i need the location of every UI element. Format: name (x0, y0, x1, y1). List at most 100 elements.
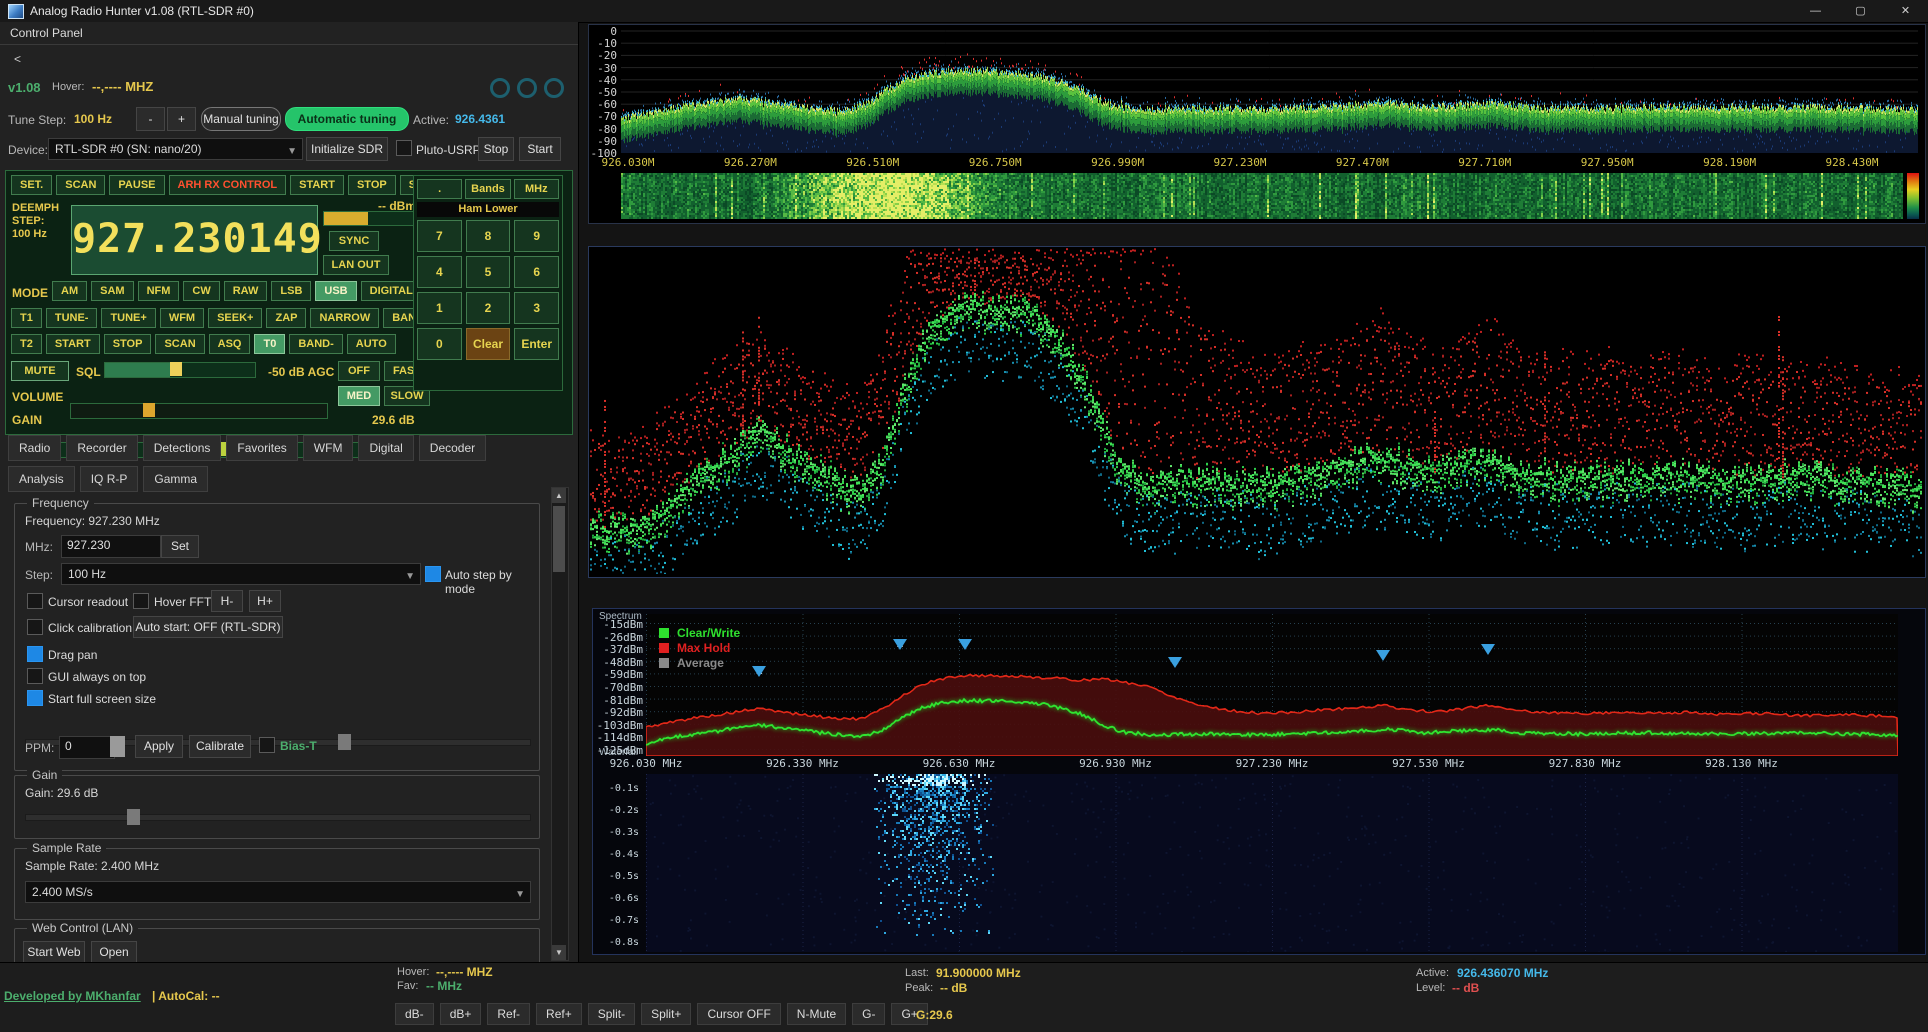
tab-radio[interactable]: Radio (8, 435, 61, 461)
ppm-input[interactable]: 0 (59, 736, 115, 759)
drag-pan-checkbox[interactable] (27, 646, 43, 662)
t1-button-narrow[interactable]: NARROW (310, 308, 379, 328)
volume-slider[interactable] (70, 403, 328, 419)
t2-button-t0[interactable]: T0 (254, 334, 285, 354)
tab-iq-r-p[interactable]: IQ R-P (80, 466, 139, 492)
numpad-key-clear[interactable]: Clear (466, 328, 511, 360)
credit-link[interactable]: Developed by MKhanfar (4, 989, 141, 1003)
tab-decoder[interactable]: Decoder (419, 435, 486, 461)
t2-button-band-[interactable]: BAND- (289, 334, 342, 354)
auto-step-checkbox[interactable] (425, 566, 441, 582)
tab-recorder[interactable]: Recorder (66, 435, 137, 461)
scroll-up-icon[interactable]: ▲ (552, 488, 566, 503)
waterfall-canvas[interactable] (621, 173, 1903, 219)
footer-button-db-[interactable]: dB- (395, 1003, 434, 1025)
marker-4[interactable]: 4 (1168, 657, 1182, 682)
tab-wfm[interactable]: WFM (303, 435, 354, 461)
numpad-key-7[interactable]: 7 (417, 220, 462, 252)
mute-button[interactable]: MUTE (11, 361, 69, 381)
close-button[interactable]: ✕ (1883, 0, 1928, 22)
gain-slider-handle[interactable] (127, 809, 140, 825)
marker-1[interactable]: 1 (752, 666, 766, 691)
mode-button-am[interactable]: AM (52, 281, 87, 301)
t2-button-auto[interactable]: AUTO (347, 334, 396, 354)
maximize-button[interactable]: ▢ (1838, 0, 1883, 22)
t1-button-tune-[interactable]: TUNE+ (101, 308, 155, 328)
frequency-display[interactable]: 927.230149 (71, 205, 318, 275)
collapse-button[interactable]: < (14, 52, 21, 66)
fft-spectrum-canvas[interactable] (621, 25, 1918, 153)
step-select[interactable]: 100 Hz ▼ (61, 563, 421, 585)
rx-button-set-[interactable]: SET. (11, 175, 52, 195)
footer-button-cursor-off[interactable]: Cursor OFF (697, 1003, 780, 1025)
t1-button-t1[interactable]: T1 (11, 308, 42, 328)
numpad-key-8[interactable]: 8 (466, 220, 511, 252)
rx-button-stop[interactable]: STOP (348, 175, 396, 195)
mode-button-lsb[interactable]: LSB (271, 281, 311, 301)
analyzer-canvas[interactable] (646, 614, 1898, 756)
h-minus-button[interactable]: H- (211, 590, 243, 612)
sample-rate-select[interactable]: 2.400 MS/s ▼ (25, 881, 531, 903)
numpad-button-bands[interactable]: Bands (465, 179, 510, 199)
t2-button-stop[interactable]: STOP (104, 334, 152, 354)
pan-slider-handle[interactable] (338, 734, 351, 750)
rx-button-start[interactable]: START (290, 175, 344, 195)
marker-5[interactable]: 5 (1376, 650, 1390, 675)
scrollbar-thumb[interactable] (553, 506, 565, 572)
start-web-button[interactable]: Start Web (23, 941, 85, 964)
numpad-key-enter[interactable]: Enter (514, 328, 559, 360)
click-calibration-checkbox[interactable] (27, 619, 43, 635)
pluto-usrp-checkbox[interactable] (396, 140, 412, 156)
cursor-readout-checkbox[interactable] (27, 593, 43, 609)
marker-2[interactable]: 2 (893, 639, 907, 664)
device-select[interactable]: RTL-SDR #0 (SN: nano/20) ▼ (48, 138, 303, 160)
t1-button-seek-[interactable]: SEEK+ (208, 308, 262, 328)
tab-analysis[interactable]: Analysis (8, 466, 75, 492)
minimize-button[interactable]: — (1793, 0, 1838, 22)
set-button[interactable]: Set (161, 535, 199, 558)
h-plus-button[interactable]: H+ (249, 590, 281, 612)
gui-on-top-checkbox[interactable] (27, 668, 43, 684)
persistence-canvas[interactable] (590, 248, 1922, 574)
lan-out-button[interactable]: LAN OUT (323, 255, 389, 275)
numpad-key-1[interactable]: 1 (417, 292, 462, 324)
numpad-key-5[interactable]: 5 (466, 256, 511, 288)
squelch-slider[interactable] (104, 362, 256, 378)
sync-button[interactable]: SYNC (329, 231, 379, 251)
gain-slider[interactable] (25, 814, 531, 821)
t1-button-zap[interactable]: ZAP (266, 308, 306, 328)
t2-button-start[interactable]: START (46, 334, 100, 354)
mode-button-usb[interactable]: USB (315, 281, 356, 301)
numpad-key-6[interactable]: 6 (514, 256, 559, 288)
footer-button-ref-[interactable]: Ref- (487, 1003, 530, 1025)
t1-button-wfm[interactable]: WFM (160, 308, 204, 328)
scroll-down-icon[interactable]: ▼ (552, 945, 566, 960)
analyzer-waterfall-canvas[interactable] (646, 774, 1898, 952)
marker-3[interactable]: 3 (958, 639, 972, 664)
t2-button-t2[interactable]: T2 (11, 334, 42, 354)
manual-tuning-button[interactable]: Manual tuning (201, 107, 281, 131)
mode-button-cw[interactable]: CW (183, 281, 219, 301)
t2-button-scan[interactable]: SCAN (155, 334, 204, 354)
footer-button-split-[interactable]: Split+ (641, 1003, 691, 1025)
footer-button-g-[interactable]: G- (852, 1003, 885, 1025)
bias-t-checkbox[interactable] (259, 737, 275, 753)
marker-6[interactable]: 6 (1481, 644, 1495, 669)
start-button[interactable]: Start (519, 137, 561, 161)
numpad-key-9[interactable]: 9 (514, 220, 559, 252)
numpad-key-3[interactable]: 3 (514, 292, 559, 324)
tab-digital[interactable]: Digital (358, 435, 413, 461)
footer-button-db-[interactable]: dB+ (440, 1003, 482, 1025)
numpad-key-2[interactable]: 2 (466, 292, 511, 324)
t2-button-asq[interactable]: ASQ (209, 334, 251, 354)
rx-button-scan[interactable]: SCAN (56, 175, 105, 195)
footer-button-ref-[interactable]: Ref+ (536, 1003, 582, 1025)
numpad-button--[interactable]: . (417, 179, 462, 199)
calibrate-button[interactable]: Calibrate (189, 735, 251, 758)
rx-button-pause[interactable]: PAUSE (109, 175, 164, 195)
footer-button-n-mute[interactable]: N-Mute (787, 1003, 846, 1025)
tune-step-minus-button[interactable]: - (136, 107, 165, 131)
agc-off-button[interactable]: OFF (338, 361, 380, 381)
mode-button-sam[interactable]: SAM (91, 281, 133, 301)
tab-detections[interactable]: Detections (143, 435, 222, 461)
